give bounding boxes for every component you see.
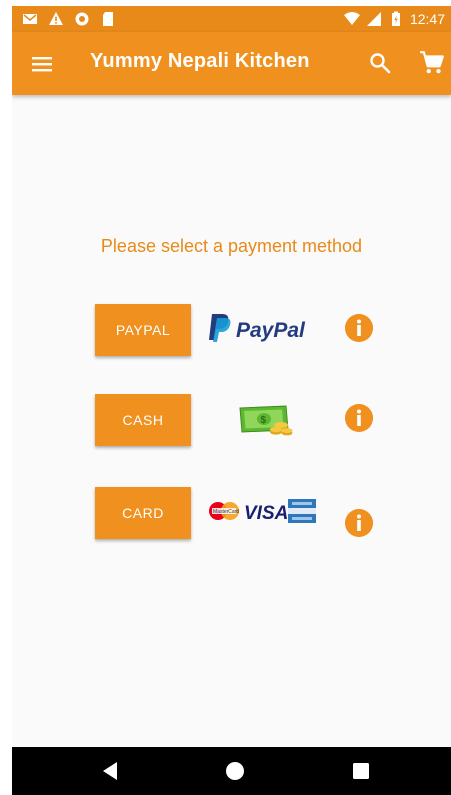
status-bar: 12:47 [12,6,451,32]
card-logos: MasterCard VISA [209,499,316,524]
paypal-button[interactable]: PAYPAL [95,304,191,356]
payment-row-cash: CASH $ [12,394,451,450]
mastercard-icon: MasterCard [209,502,239,520]
status-time: 12:47 [409,11,445,27]
recents-icon[interactable] [349,759,373,783]
menu-icon[interactable] [30,52,54,76]
cash-money-icon: $ [239,405,293,436]
card-button[interactable]: CARD [95,487,191,539]
app-bar: Yummy Nepali Kitchen [12,32,451,95]
cash-button[interactable]: CASH [95,394,191,446]
back-icon[interactable] [98,759,122,783]
payment-row-card: CARD MasterCard VISA [12,487,451,543]
battery-icon [391,11,400,26]
gmail-icon [23,14,37,24]
sd-card-icon [103,12,113,26]
status-left-icons [22,11,116,27]
status-right-icons: 12:47 [343,11,445,27]
payment-prompt: Please select a payment method [100,236,363,256]
signal-icon [366,12,381,26]
home-icon[interactable] [223,759,247,783]
svg-text:$: $ [261,415,267,426]
warning-icon [49,12,63,25]
paypal-logo-text: PayPal [236,319,306,342]
cart-icon[interactable] [419,50,445,76]
cash-info-icon[interactable] [345,404,373,432]
visa-logo-text: VISA [244,503,288,524]
search-icon[interactable] [368,51,392,75]
device-screen: 12:47 Yummy Nepali Kitchen Please select… [12,6,451,795]
paypal-logo: PayPal [209,314,306,342]
amex-icon [288,499,316,523]
circle-icon [75,12,89,26]
payment-row-paypal: PAYPAL PayPal [12,304,451,360]
svg-text:MasterCard: MasterCard [213,509,239,515]
navigation-bar [12,747,451,795]
card-info-icon[interactable] [345,509,373,537]
app-title: Yummy Nepali Kitchen [90,50,310,72]
paypal-info-icon[interactable] [345,314,373,342]
wifi-icon [343,12,360,25]
